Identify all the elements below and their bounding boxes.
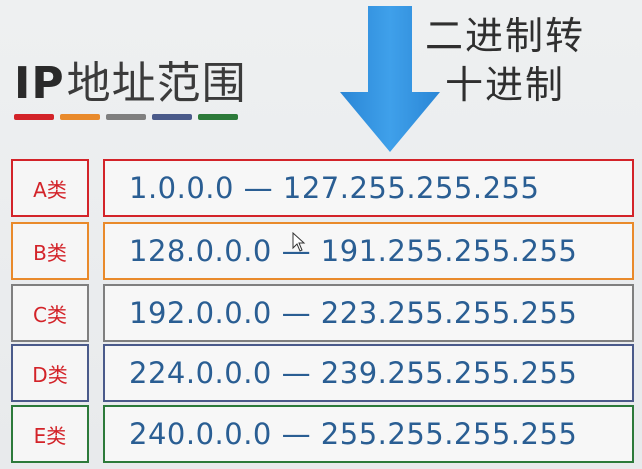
- page-title: IP地址范围: [14, 62, 247, 106]
- convert-note-line1: 二进制转: [424, 14, 585, 58]
- ip-class-row-c: C类 192.0.0.0 — 223.255.255.255: [0, 284, 642, 344]
- class-label-a: A类: [11, 159, 89, 217]
- class-label-d: D类: [11, 344, 89, 402]
- underline-segment-green: [198, 114, 238, 120]
- mouse-cursor-icon: [292, 232, 306, 252]
- title-ip: IP: [14, 58, 65, 109]
- class-label-e: E类: [11, 405, 89, 463]
- class-label-c: C类: [11, 284, 89, 342]
- ip-class-row-d: D类 224.0.0.0 — 239.255.255.255: [0, 344, 642, 404]
- convert-note: 二进制转 十进制: [410, 12, 600, 109]
- underline-segment-red: [14, 114, 54, 120]
- underline-segment-gray: [106, 114, 146, 120]
- ip-class-row-b: B类 128.0.0.0 — 191.255.255.255: [0, 222, 642, 282]
- underline-segment-orange: [60, 114, 100, 120]
- title-underline: [14, 114, 238, 120]
- convert-note-line2: 十进制: [444, 62, 565, 107]
- range-b: 128.0.0.0 — 191.255.255.255: [103, 222, 634, 280]
- range-c: 192.0.0.0 — 223.255.255.255: [103, 284, 634, 342]
- range-a: 1.0.0.0 — 127.255.255.255: [103, 159, 634, 217]
- underline-segment-blue: [152, 114, 192, 120]
- range-e: 240.0.0.0 — 255.255.255.255: [103, 405, 634, 463]
- title-chinese: 地址范围: [66, 58, 247, 109]
- ip-class-row-e: E类 240.0.0.0 — 255.255.255.255: [0, 405, 642, 465]
- class-label-b: B类: [11, 222, 89, 280]
- ip-class-row-a: A类 1.0.0.0 — 127.255.255.255: [0, 159, 642, 219]
- range-d: 224.0.0.0 — 239.255.255.255: [103, 344, 634, 402]
